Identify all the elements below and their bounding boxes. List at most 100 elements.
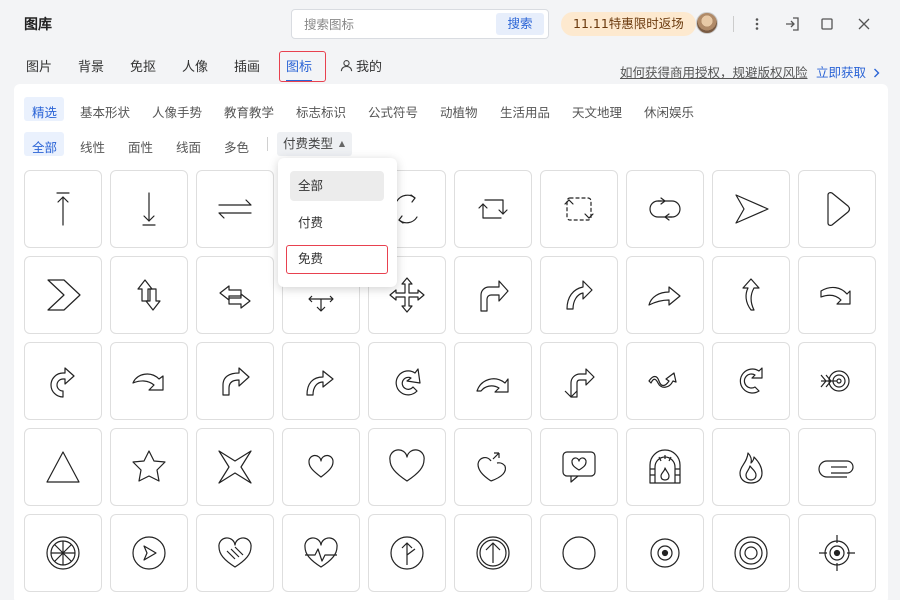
icon-tile[interactable] [626, 342, 704, 420]
category-education[interactable]: 教育教学 [224, 102, 274, 121]
exit-icon[interactable] [780, 12, 804, 36]
category-formulas[interactable]: 公式符号 [368, 102, 418, 121]
tab-portraits[interactable]: 人像 [182, 56, 208, 75]
star-icon [132, 450, 166, 482]
tab-backgrounds[interactable]: 背景 [78, 56, 104, 75]
icon-tile[interactable] [712, 428, 790, 506]
icon-tile[interactable] [24, 256, 102, 334]
icon-tile[interactable] [110, 514, 188, 592]
icon-tile[interactable] [24, 514, 102, 592]
hand-heart-icon [218, 537, 252, 568]
icon-tile[interactable] [540, 428, 618, 506]
avatar[interactable] [696, 12, 718, 34]
icon-tile[interactable] [368, 428, 446, 506]
icon-tile[interactable] [712, 170, 790, 248]
icon-tile[interactable] [196, 256, 274, 334]
pay-option-all[interactable]: 全部 [290, 171, 384, 201]
wheel-icon [46, 536, 80, 570]
icon-tile[interactable] [24, 342, 102, 420]
category-leisure[interactable]: 休闲娱乐 [644, 102, 694, 121]
chevron-right-icon [874, 68, 880, 78]
pay-type-dropdown[interactable]: 付费类型 ▲ [277, 132, 352, 156]
icon-tile[interactable] [110, 256, 188, 334]
chevron-right-outline-icon [47, 279, 81, 311]
icon-tile[interactable] [454, 428, 532, 506]
icon-tile[interactable] [368, 342, 446, 420]
tab-cutouts[interactable]: 免抠 [130, 56, 156, 75]
icon-tile[interactable] [24, 170, 102, 248]
tab-illustrations[interactable]: 插画 [234, 56, 260, 75]
category-signs[interactable]: 标志标识 [296, 102, 346, 121]
icon-tile[interactable] [368, 514, 446, 592]
category-daily-items[interactable]: 生活用品 [500, 102, 550, 121]
icon-tile[interactable] [540, 256, 618, 334]
subfilter-all[interactable]: 全部 [32, 137, 57, 156]
cycle-arrow-icon [739, 367, 763, 394]
promo-badge[interactable]: 11.11特惠限时返场 [561, 12, 696, 36]
subfilter-linear[interactable]: 线性 [80, 137, 105, 156]
icon-tile[interactable] [110, 342, 188, 420]
get-license-link[interactable]: 立即获取 [816, 62, 881, 81]
curved-arrow-bend-icon [476, 378, 509, 393]
subfilter-filled[interactable]: 面性 [128, 137, 153, 156]
search-button[interactable]: 搜索 [496, 13, 544, 35]
category-featured[interactable]: 精选 [32, 102, 57, 121]
category-animals-plants[interactable]: 动植物 [440, 102, 478, 121]
search-input[interactable] [304, 15, 484, 33]
heart-icon [308, 454, 334, 478]
icon-tile[interactable] [798, 170, 876, 248]
icon-tile[interactable] [454, 514, 532, 592]
icon-tile[interactable] [540, 514, 618, 592]
icon-tile[interactable] [110, 428, 188, 506]
icon-tile[interactable] [196, 514, 274, 592]
concentric-circle-icon [650, 538, 680, 568]
icon-tile[interactable] [196, 170, 274, 248]
curved-arrow-up-right-2-icon [306, 370, 334, 396]
updown-outline-arrow-icon [137, 279, 161, 311]
icon-tile[interactable] [282, 428, 360, 506]
rounded-triangle-right-icon [827, 192, 851, 226]
icon-tile[interactable] [798, 256, 876, 334]
play-circle-icon [132, 536, 166, 570]
category-astronomy-geography[interactable]: 天文地理 [572, 102, 622, 121]
category-basic-shapes[interactable]: 基本形状 [80, 102, 130, 121]
heart-large-icon [389, 449, 425, 482]
close-icon[interactable] [852, 12, 876, 36]
search-box: 搜索 [291, 9, 549, 39]
icon-tile[interactable] [626, 256, 704, 334]
icon-tile[interactable] [196, 428, 274, 506]
circle-up-arrow-icon [476, 536, 510, 570]
icon-tile[interactable] [798, 514, 876, 592]
icon-tile[interactable] [540, 170, 618, 248]
more-vertical-icon[interactable] [745, 12, 769, 36]
icon-tile[interactable] [196, 342, 274, 420]
tab-images[interactable]: 图片 [26, 56, 52, 75]
icon-tile[interactable] [798, 428, 876, 506]
maximize-icon[interactable] [815, 12, 839, 36]
icon-tile[interactable] [712, 514, 790, 592]
icon-tile[interactable] [110, 170, 188, 248]
highlight-tab-icons [279, 51, 326, 82]
license-link[interactable]: 如何获得商用授权，规避版权风险 [620, 62, 808, 81]
icon-tile[interactable] [282, 342, 360, 420]
pay-option-paid[interactable]: 付费 [290, 208, 384, 238]
icon-tile[interactable] [626, 514, 704, 592]
icon-tile[interactable] [540, 342, 618, 420]
get-license-label: 立即获取 [816, 65, 867, 80]
divider [267, 137, 268, 151]
tab-mine[interactable]: 我的 [340, 56, 382, 75]
category-people-gestures[interactable]: 人像手势 [152, 102, 202, 121]
icon-tile[interactable] [454, 170, 532, 248]
subfilter-line-fill[interactable]: 线面 [176, 137, 201, 156]
icon-tile[interactable] [626, 428, 704, 506]
icon-tile[interactable] [454, 256, 532, 334]
icon-tile[interactable] [712, 256, 790, 334]
icon-tile[interactable] [454, 342, 532, 420]
icon-tile[interactable] [24, 428, 102, 506]
icon-tile[interactable] [282, 514, 360, 592]
title-bar: 图库 搜索 11.11特惠限时返场 [0, 0, 900, 48]
icon-tile[interactable] [626, 170, 704, 248]
icon-tile[interactable] [798, 342, 876, 420]
subfilter-multicolor[interactable]: 多色 [224, 137, 249, 156]
icon-tile[interactable] [712, 342, 790, 420]
